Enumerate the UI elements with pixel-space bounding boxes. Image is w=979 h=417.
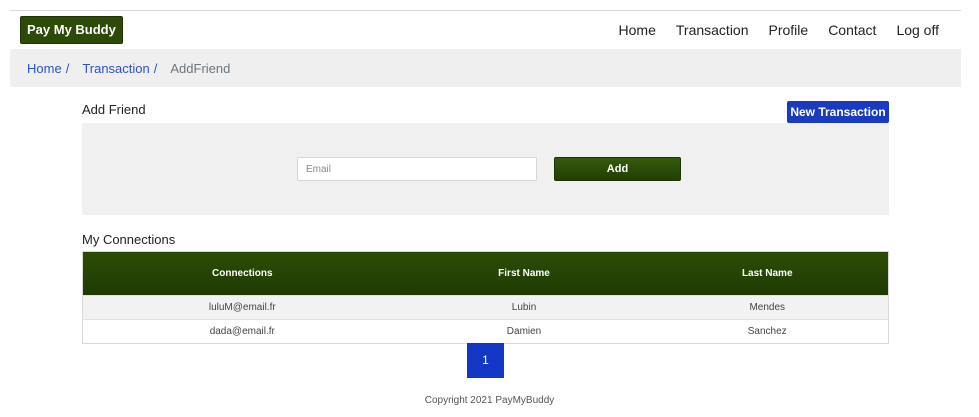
connections-title: My Connections [82, 232, 176, 247]
breadcrumb-current: AddFriend [170, 60, 231, 76]
cell-email: dada@email.fr [82, 319, 402, 344]
breadcrumb-separator: / [153, 60, 158, 76]
pagination-page-button[interactable]: 1 [467, 343, 504, 378]
add-friend-title: Add Friend [82, 102, 146, 117]
footer-copyright: Copyright 2021 PayMyBuddy [424, 395, 555, 406]
new-transaction-button[interactable]: New Transaction [787, 101, 889, 123]
column-header-connections: Connections [82, 251, 402, 296]
main-nav: Home Transaction Profile Contact Log off [619, 22, 939, 38]
nav-contact-link[interactable]: Contact [828, 22, 876, 38]
nav-home-link[interactable]: Home [619, 22, 656, 38]
email-input[interactable] [297, 157, 537, 181]
breadcrumb-separator: / [65, 60, 70, 76]
add-button[interactable]: Add [554, 157, 681, 181]
breadcrumb: Home / Transaction / AddFriend [10, 49, 961, 87]
connections-table: Connections First Name Last Name luluM@e… [82, 251, 889, 344]
cell-first-name: Damien [401, 319, 647, 344]
table-row: luluM@email.fr Lubin Mendes [82, 295, 889, 320]
table-header-row: Connections First Name Last Name [82, 251, 889, 296]
nav-profile-link[interactable]: Profile [769, 22, 809, 38]
cell-last-name: Mendes [646, 295, 889, 320]
nav-logoff-link[interactable]: Log off [896, 22, 939, 38]
cell-first-name: Lubin [401, 295, 647, 320]
nav-transaction-link[interactable]: Transaction [676, 22, 749, 38]
add-friend-form: Add [82, 123, 889, 215]
top-divider [10, 10, 961, 11]
table-row: dada@email.fr Damien Sanchez [82, 319, 889, 344]
breadcrumb-transaction-link[interactable]: Transaction [82, 61, 149, 76]
cell-email: luluM@email.fr [82, 295, 402, 320]
breadcrumb-home-link[interactable]: Home [27, 61, 62, 76]
column-header-last-name: Last Name [646, 251, 889, 296]
column-header-first-name: First Name [401, 251, 647, 296]
brand-logo[interactable]: Pay My Buddy [20, 16, 123, 44]
cell-last-name: Sanchez [646, 319, 889, 344]
